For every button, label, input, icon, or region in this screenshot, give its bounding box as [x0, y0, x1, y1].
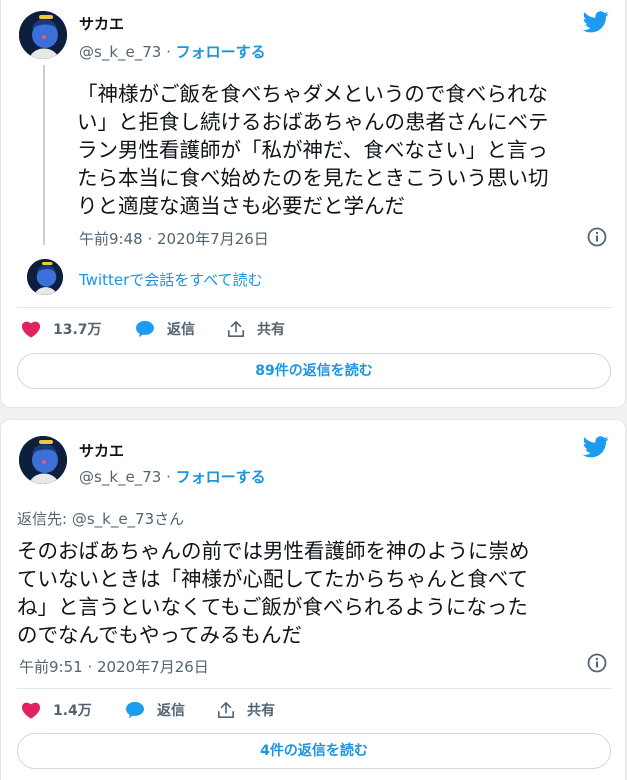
tweet-text: そのおばあちゃんの前では男性看護師を神のように崇め ていないときは「神様が心配し… — [17, 534, 530, 647]
avatar-illustration — [19, 11, 67, 59]
like-count: 13.7万 — [53, 322, 102, 338]
avatar-illustration — [27, 259, 63, 295]
reply-label: 返信 — [157, 703, 185, 719]
reply-label: 返信 — [167, 322, 195, 338]
share-label: 共有 — [247, 703, 275, 719]
tweet-text-line: たら本当に食べ始めたのを見たときこういう思い切 — [77, 165, 549, 190]
read-replies-button[interactable]: 4件の返信を読む — [17, 733, 611, 769]
tweet-text-line: のでなんでもやってみるもんだ — [17, 622, 302, 647]
divider — [17, 688, 611, 689]
reply-button[interactable]: 返信 — [135, 319, 195, 339]
display-name[interactable]: サカエ — [79, 13, 124, 34]
reply-bubble-icon — [126, 701, 144, 719]
avatar-illustration — [19, 436, 67, 484]
info-icon[interactable] — [587, 227, 607, 247]
timestamp[interactable]: 午前9:51 · 2020年7月26日 — [19, 656, 209, 677]
like-button[interactable]: 1.4万 — [21, 700, 92, 720]
small-avatar[interactable] — [27, 259, 63, 295]
info-icon[interactable] — [587, 653, 607, 673]
twitter-bird-icon[interactable] — [583, 11, 609, 33]
reply-button[interactable]: 返信 — [125, 700, 185, 720]
separator: · — [161, 43, 176, 61]
reply-to[interactable]: 返信先: @s_k_e_73さん — [17, 508, 184, 529]
handle-row: @s_k_e_73 · フォローする — [79, 466, 266, 487]
share-button[interactable]: 共有 — [227, 319, 285, 339]
conversation-link[interactable]: Twitterで会話をすべて読む — [79, 269, 263, 290]
tweet-text-line: ていないときは「神様が心配してたからちゃんと食べて — [17, 566, 529, 591]
separator: · — [161, 468, 176, 486]
handle-row: @s_k_e_73 · フォローする — [79, 41, 266, 62]
timestamp[interactable]: 午前9:48 · 2020年7月26日 — [79, 228, 269, 249]
divider — [17, 307, 611, 308]
tweet-text-line: ラン男性看護師が「私が神だ、食べなさい」と言っ — [77, 137, 548, 162]
like-count: 1.4万 — [53, 703, 92, 719]
reply-bubble-icon — [136, 320, 154, 338]
share-icon — [217, 701, 235, 719]
avatar[interactable] — [19, 11, 67, 59]
read-replies-button[interactable]: 89件の返信を読む — [17, 353, 611, 389]
heart-icon — [21, 702, 41, 719]
twitter-bird-icon[interactable] — [583, 436, 609, 458]
follow-button[interactable]: フォローする — [176, 468, 266, 486]
tweet-text: 「神様がご飯を食べちゃダメというので食べられな い」と拒食し続けるおばあちゃんの… — [77, 77, 549, 218]
avatar[interactable] — [19, 436, 67, 484]
tweet-text-line: そのおばあちゃんの前では男性看護師を神のように崇め — [17, 539, 530, 563]
follow-button[interactable]: フォローする — [176, 43, 266, 61]
handle[interactable]: @s_k_e_73 — [79, 43, 161, 61]
thread-line — [43, 65, 45, 245]
like-button[interactable]: 13.7万 — [21, 319, 102, 339]
share-label: 共有 — [257, 322, 285, 338]
share-icon — [227, 320, 245, 338]
tweet-text-line: い」と拒食し続けるおばあちゃんの患者さんにベテ — [77, 109, 549, 134]
tweet-text-line: 「神様がご飯を食べちゃダメというので食べられな — [77, 82, 548, 106]
display-name[interactable]: サカエ — [79, 440, 124, 461]
tweet-card-2: サカエ @s_k_e_73 · フォローする 返信先: @s_k_e_73さん … — [0, 419, 626, 780]
handle[interactable]: @s_k_e_73 — [79, 468, 161, 486]
tweet-text-line: りと適度な適当さも必要だと学んだ — [77, 193, 405, 218]
tweet-text-line: ね」と言うといなくてもご飯が食べられるようになった — [17, 594, 528, 619]
heart-icon — [21, 321, 41, 338]
tweet-card-1: サカエ @s_k_e_73 · フォローする 「神様がご飯を食べちゃダメというの… — [0, 0, 626, 408]
share-button[interactable]: 共有 — [217, 700, 275, 720]
